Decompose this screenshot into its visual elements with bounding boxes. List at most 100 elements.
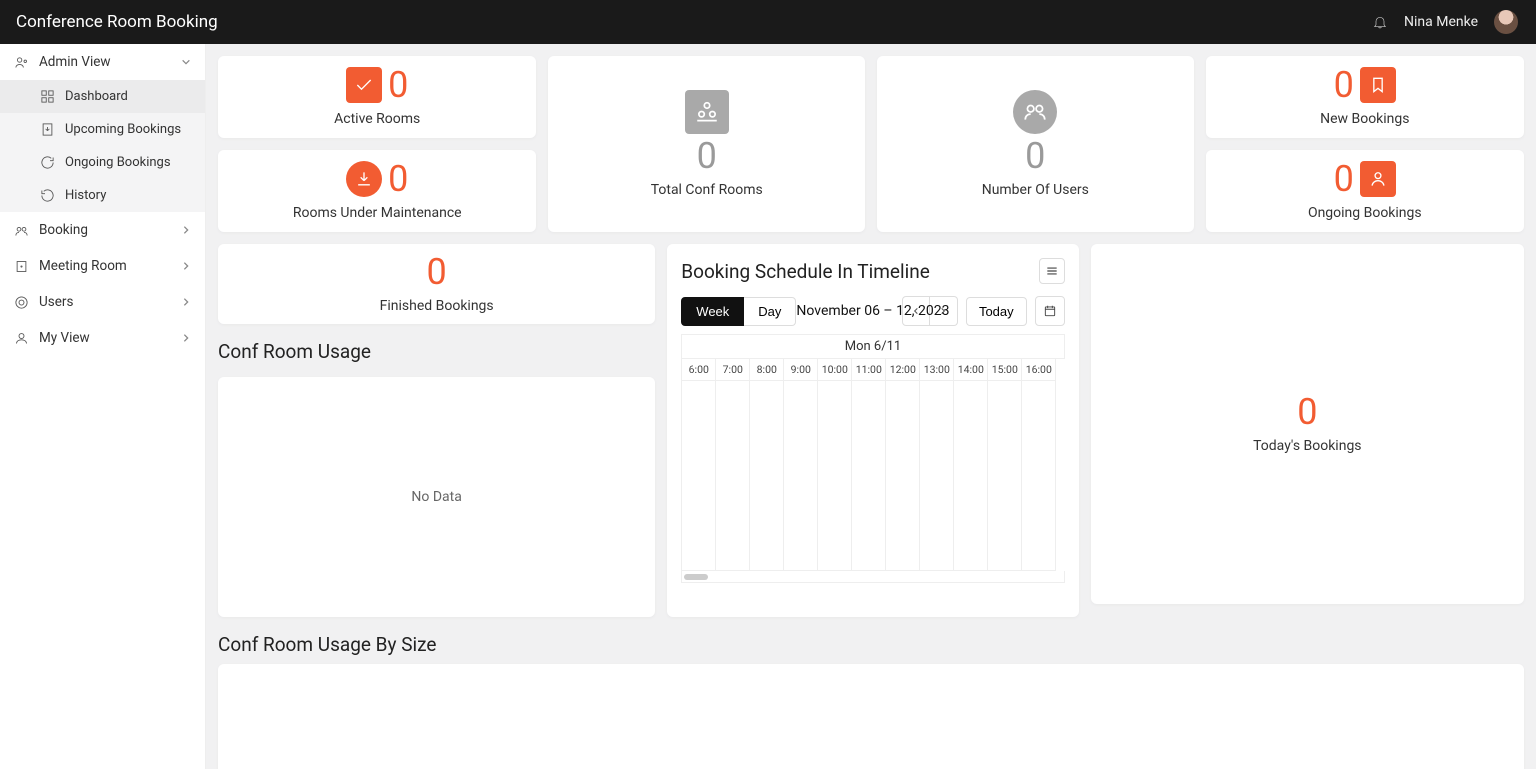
sidebar-item-label: Dashboard: [65, 89, 128, 104]
ongoing-icon: [40, 155, 55, 170]
stat-label: Today's Bookings: [1253, 438, 1361, 454]
timeline-hour-header: 10:00: [818, 359, 852, 381]
card-active-rooms: 0 Active Rooms: [218, 56, 536, 138]
stat-value: 0: [1334, 67, 1354, 103]
stat-value: 0: [1297, 394, 1317, 430]
timeline-hour-cell[interactable]: [750, 381, 784, 571]
stat-label: Finished Bookings: [380, 298, 494, 314]
chevron-right-icon: [181, 261, 191, 271]
timeline-hour-header: 6:00: [682, 359, 716, 381]
stat-value: 0: [1334, 161, 1354, 197]
sidebar: Admin View Dashboard Upcoming Bookings O…: [0, 44, 206, 769]
sidebar-item-label: Upcoming Bookings: [65, 122, 181, 137]
timeline-hour-cell[interactable]: [784, 381, 818, 571]
timeline-hour-header: 12:00: [886, 359, 920, 381]
timeline-hour-cell[interactable]: [988, 381, 1022, 571]
booking-icon: [14, 223, 29, 238]
users-icon: [1013, 90, 1057, 134]
calendar-button[interactable]: [1035, 296, 1065, 326]
timeline-hour-cell[interactable]: [682, 381, 716, 571]
group-room-icon: [685, 90, 729, 134]
timeline-hour-cell[interactable]: [954, 381, 988, 571]
card-conf-room-usage: No Data: [218, 377, 655, 617]
card-maintenance-rooms: 0 Rooms Under Maintenance: [218, 150, 536, 232]
timeline-hours-row: 6:007:008:009:0010:0011:0012:0013:0014:0…: [681, 359, 1064, 381]
nav-group-admin-view[interactable]: Admin View: [0, 44, 205, 80]
timeline-hour-header: 15:00: [988, 359, 1022, 381]
chevron-right-icon: [181, 333, 191, 343]
today-button[interactable]: Today: [966, 297, 1027, 326]
nav-group-label: Admin View: [39, 54, 111, 70]
header-right: Nina Menke: [1372, 10, 1518, 34]
sidebar-item-dashboard[interactable]: Dashboard: [0, 80, 205, 113]
stat-value: 0: [697, 138, 717, 174]
timeline-hour-cell[interactable]: [920, 381, 954, 571]
card-booking-timeline: Booking Schedule In Timeline Week Day No…: [667, 244, 1078, 617]
timeline-scrollbar[interactable]: [681, 571, 1064, 583]
card-todays-bookings: 0 Today's Bookings: [1091, 244, 1524, 604]
users-icon: [14, 295, 29, 310]
section-usage-by-size-title: Conf Room Usage By Size: [218, 629, 1524, 658]
person-icon: [1360, 161, 1396, 197]
timeline-day-header: Mon 6/11: [681, 334, 1064, 359]
timeline-hour-header: 8:00: [750, 359, 784, 381]
hamburger-icon: [1045, 264, 1059, 278]
timeline-body: [681, 381, 1064, 571]
stat-value: 0: [388, 67, 408, 103]
sidebar-item-upcoming-bookings[interactable]: Upcoming Bookings: [0, 113, 205, 146]
stat-label: New Bookings: [1320, 111, 1409, 127]
app-title: Conference Room Booking: [16, 12, 218, 32]
admin-icon: [14, 55, 29, 70]
card-ongoing-bookings: 0 Ongoing Bookings: [1206, 150, 1524, 232]
avatar[interactable]: [1494, 10, 1518, 34]
timeline-hour-header: 13:00: [920, 359, 954, 381]
check-icon: [346, 67, 382, 103]
timeline-hour-cell[interactable]: [886, 381, 920, 571]
nav-group-my-view[interactable]: My View: [0, 320, 205, 356]
timeline-hour-cell[interactable]: [1022, 381, 1056, 571]
history-icon: [40, 188, 55, 203]
stat-value: 0: [1025, 138, 1045, 174]
timeline-hour-cell[interactable]: [716, 381, 750, 571]
no-data-text: No Data: [411, 489, 461, 505]
main-content: 0 Active Rooms 0 Rooms Under Maintenance…: [206, 44, 1536, 769]
export-icon: [40, 122, 55, 137]
dashboard-icon: [40, 89, 55, 104]
nav-group-label: Meeting Room: [39, 258, 127, 274]
app-header: Conference Room Booking Nina Menke: [0, 0, 1536, 44]
chevron-down-icon: [181, 57, 191, 67]
download-icon: [346, 161, 382, 197]
stat-label: Ongoing Bookings: [1308, 205, 1422, 221]
card-total-rooms: 0 Total Conf Rooms: [548, 56, 865, 232]
nav-group-users[interactable]: Users: [0, 284, 205, 320]
sidebar-item-history[interactable]: History: [0, 179, 205, 212]
section-conf-room-usage-title: Conf Room Usage: [218, 336, 655, 365]
nav-group-meeting-room[interactable]: Meeting Room: [0, 248, 205, 284]
card-new-bookings: 0 New Bookings: [1206, 56, 1524, 138]
sidebar-item-ongoing-bookings[interactable]: Ongoing Bookings: [0, 146, 205, 179]
room-icon: [14, 259, 29, 274]
stat-label: Active Rooms: [334, 111, 420, 127]
view-week-button[interactable]: Week: [681, 297, 744, 326]
notifications-icon[interactable]: [1372, 14, 1388, 30]
nav-group-booking[interactable]: Booking: [0, 212, 205, 248]
scrollbar-thumb[interactable]: [684, 574, 708, 580]
nav-group-label: My View: [39, 330, 90, 346]
nav-group-admin-children: Dashboard Upcoming Bookings Ongoing Book…: [0, 80, 205, 212]
view-toggle: Week Day: [681, 297, 796, 326]
stat-value: 0: [388, 161, 408, 197]
user-name[interactable]: Nina Menke: [1404, 14, 1478, 30]
timeline-date-range: November 06 – 12, 2023: [796, 303, 949, 319]
card-finished-bookings: 0 Finished Bookings: [218, 244, 655, 324]
sidebar-item-label: Ongoing Bookings: [65, 155, 171, 170]
timeline-hour-cell[interactable]: [852, 381, 886, 571]
chevron-right-icon: [181, 297, 191, 307]
timeline-hour-cell[interactable]: [818, 381, 852, 571]
timeline-hour-header: 16:00: [1022, 359, 1056, 381]
sidebar-item-label: History: [65, 188, 106, 203]
timeline-menu-button[interactable]: [1039, 258, 1065, 284]
stat-value: 0: [427, 254, 447, 290]
chevron-right-icon: [181, 225, 191, 235]
view-day-button[interactable]: Day: [744, 297, 796, 326]
timeline-hour-header: 14:00: [954, 359, 988, 381]
